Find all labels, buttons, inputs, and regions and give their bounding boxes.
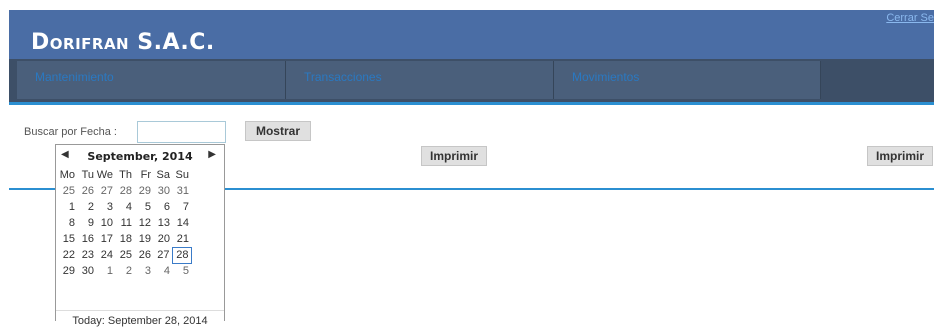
calendar-day[interactable]: 15	[58, 231, 77, 247]
calendar-week: 29 30 1 2 3 4 5	[58, 263, 191, 279]
calendar-day[interactable]: 26	[134, 247, 153, 263]
calendar-day[interactable]: 21	[172, 231, 191, 247]
calendar-day[interactable]: 5	[134, 199, 153, 215]
calendar-day[interactable]: 26	[77, 183, 96, 199]
calendar-day[interactable]: 29	[58, 263, 77, 279]
calendar-day[interactable]: 19	[134, 231, 153, 247]
calendar-day[interactable]: 18	[115, 231, 134, 247]
calendar-day[interactable]: 10	[96, 215, 115, 231]
calendar-day[interactable]: 2	[77, 199, 96, 215]
main-nav: Mantenimiento Transacciones Movimientos	[9, 59, 934, 102]
calendar-day[interactable]: 13	[153, 215, 172, 231]
calendar-day[interactable]: 6	[153, 199, 172, 215]
calendar-day[interactable]: 1	[96, 263, 115, 279]
calendar-day[interactable]: 12	[134, 215, 153, 231]
logout-link[interactable]: Cerrar Se	[886, 12, 934, 24]
calendar-week: 15 16 17 18 19 20 21	[58, 231, 191, 247]
brand-title: Dorifran S.A.C.	[31, 30, 215, 55]
next-month-icon[interactable]: ▶	[208, 149, 216, 160]
nav-item-mantenimiento[interactable]: Mantenimiento	[17, 61, 286, 99]
nav-item-movimientos[interactable]: Movimientos	[554, 61, 821, 99]
search-date-label: Buscar por Fecha :	[24, 126, 117, 138]
weekday-label: Tu	[81, 169, 94, 181]
calendar-day[interactable]: 3	[134, 263, 153, 279]
print-button-right[interactable]: Imprimir	[867, 146, 933, 166]
prev-month-icon[interactable]: ◀	[61, 149, 69, 160]
calendar-day[interactable]: 30	[153, 183, 172, 199]
calendar-day-selected[interactable]: 28	[171, 246, 192, 264]
calendar-day[interactable]: 25	[115, 247, 134, 263]
calendar-day[interactable]: 20	[153, 231, 172, 247]
nav-item-label: Movimientos	[572, 70, 640, 84]
print-button[interactable]: Imprimir	[421, 146, 487, 166]
calendar-day[interactable]: 2	[115, 263, 134, 279]
calendar-day[interactable]: 11	[115, 215, 134, 231]
weekday-label: We	[96, 169, 113, 181]
calendar-day[interactable]: 27	[96, 183, 115, 199]
show-button[interactable]: Mostrar	[245, 121, 311, 141]
nav-item-transacciones[interactable]: Transacciones	[286, 61, 554, 99]
calendar-day[interactable]: 3	[96, 199, 115, 215]
calendar-day[interactable]: 4	[115, 199, 134, 215]
nav-divider	[9, 102, 934, 105]
calendar-day[interactable]: 8	[58, 215, 77, 231]
calendar-day[interactable]: 23	[77, 247, 96, 263]
calendar-day[interactable]: 24	[96, 247, 115, 263]
calendar-week: 8 9 10 11 12 13 14	[58, 215, 191, 231]
calendar-today-link[interactable]: Today: September 28, 2014	[56, 310, 224, 327]
calendar-day[interactable]: 28	[115, 183, 134, 199]
calendar-week: 22 23 24 25 26 27 28	[58, 246, 192, 264]
calendar-week: 25 26 27 28 29 30 31	[58, 183, 191, 199]
calendar-day[interactable]: 25	[58, 183, 77, 199]
date-picker-calendar: ◀ September, 2014 ▶ Mo Tu We Th Fr Sa Su…	[55, 144, 225, 327]
calendar-day[interactable]: 9	[77, 215, 96, 231]
calendar-grid: Mo Tu We Th Fr Sa Su 25 26 27 28 29 30 3…	[58, 167, 192, 279]
weekday-label: Mo	[59, 169, 75, 181]
calendar-day[interactable]: 1	[58, 199, 77, 215]
nav-item-label: Mantenimiento	[35, 70, 114, 84]
calendar-month-title: September, 2014	[87, 150, 193, 163]
calendar-day[interactable]: 22	[58, 247, 77, 263]
calendar-day[interactable]: 31	[172, 183, 191, 199]
weekday-row: Mo Tu We Th Fr Sa Su	[58, 167, 191, 183]
calendar-header: ◀ September, 2014 ▶	[56, 149, 224, 165]
calendar-day[interactable]: 5	[172, 263, 191, 279]
date-input[interactable]	[137, 121, 226, 143]
calendar-week: 1 2 3 4 5 6 7	[58, 199, 191, 215]
calendar-day[interactable]: 14	[172, 215, 191, 231]
weekday-label: Fr	[140, 169, 151, 181]
nav-item-label: Transacciones	[304, 70, 382, 84]
weekday-label: Th	[119, 169, 132, 181]
calendar-day[interactable]: 29	[134, 183, 153, 199]
calendar-day[interactable]: 4	[153, 263, 172, 279]
calendar-day[interactable]: 16	[77, 231, 96, 247]
weekday-label: Sa	[156, 169, 170, 181]
calendar-day[interactable]: 30	[77, 263, 96, 279]
calendar-day[interactable]: 27	[153, 247, 172, 263]
calendar-day[interactable]: 7	[172, 199, 191, 215]
weekday-label: Su	[175, 169, 189, 181]
calendar-day[interactable]: 17	[96, 231, 115, 247]
